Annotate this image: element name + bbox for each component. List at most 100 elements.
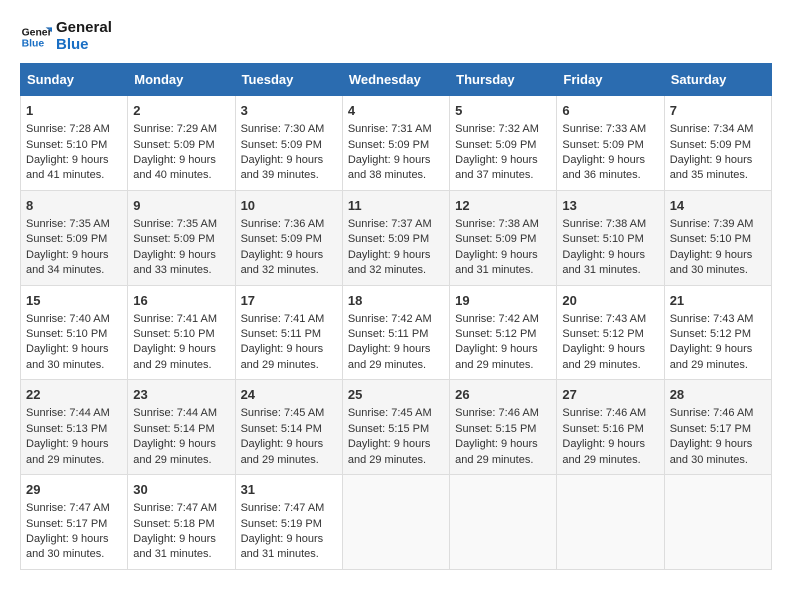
sunrise-time: Sunrise: 7:30 AM (241, 123, 325, 135)
sunrise-time: Sunrise: 7:37 AM (348, 218, 432, 230)
day-cell: 14 Sunrise: 7:39 AM Sunset: 5:10 PM Dayl… (664, 190, 771, 285)
day-number: 16 (133, 292, 229, 310)
daylight-hours: Daylight: 9 hours and 29 minutes. (133, 343, 216, 370)
day-number: 14 (670, 197, 766, 215)
sunset-time: Sunset: 5:09 PM (455, 233, 536, 245)
daylight-hours: Daylight: 9 hours and 30 minutes. (670, 438, 753, 465)
day-number: 6 (562, 102, 658, 120)
day-cell: 7 Sunrise: 7:34 AM Sunset: 5:09 PM Dayli… (664, 96, 771, 191)
day-cell: 13 Sunrise: 7:38 AM Sunset: 5:10 PM Dayl… (557, 190, 664, 285)
sunrise-time: Sunrise: 7:28 AM (26, 123, 110, 135)
day-cell: 30 Sunrise: 7:47 AM Sunset: 5:18 PM Dayl… (128, 475, 235, 570)
sunset-time: Sunset: 5:10 PM (562, 233, 643, 245)
daylight-hours: Daylight: 9 hours and 32 minutes. (348, 249, 431, 276)
day-number: 26 (455, 386, 551, 404)
day-cell: 28 Sunrise: 7:46 AM Sunset: 5:17 PM Dayl… (664, 380, 771, 475)
sunrise-time: Sunrise: 7:47 AM (133, 502, 217, 514)
day-cell: 9 Sunrise: 7:35 AM Sunset: 5:09 PM Dayli… (128, 190, 235, 285)
sunrise-time: Sunrise: 7:45 AM (348, 407, 432, 419)
sunset-time: Sunset: 5:09 PM (26, 233, 107, 245)
day-cell: 1 Sunrise: 7:28 AM Sunset: 5:10 PM Dayli… (21, 96, 128, 191)
day-number: 23 (133, 386, 229, 404)
sunrise-time: Sunrise: 7:44 AM (133, 407, 217, 419)
daylight-hours: Daylight: 9 hours and 33 minutes. (133, 249, 216, 276)
day-cell: 12 Sunrise: 7:38 AM Sunset: 5:09 PM Dayl… (450, 190, 557, 285)
sunset-time: Sunset: 5:09 PM (455, 139, 536, 151)
day-cell: 22 Sunrise: 7:44 AM Sunset: 5:13 PM Dayl… (21, 380, 128, 475)
sunset-time: Sunset: 5:16 PM (562, 423, 643, 435)
daylight-hours: Daylight: 9 hours and 39 minutes. (241, 154, 324, 181)
sunrise-time: Sunrise: 7:41 AM (241, 313, 325, 325)
sunset-time: Sunset: 5:12 PM (670, 328, 751, 340)
day-cell: 29 Sunrise: 7:47 AM Sunset: 5:17 PM Dayl… (21, 475, 128, 570)
sunset-time: Sunset: 5:10 PM (670, 233, 751, 245)
sunset-time: Sunset: 5:09 PM (348, 139, 429, 151)
sunset-time: Sunset: 5:11 PM (241, 328, 322, 340)
day-number: 17 (241, 292, 337, 310)
daylight-hours: Daylight: 9 hours and 34 minutes. (26, 249, 109, 276)
day-header-tuesday: Tuesday (235, 64, 342, 96)
sunset-time: Sunset: 5:10 PM (26, 139, 107, 151)
day-number: 25 (348, 386, 444, 404)
sunset-time: Sunset: 5:10 PM (26, 328, 107, 340)
sunrise-time: Sunrise: 7:46 AM (670, 407, 754, 419)
sunset-time: Sunset: 5:09 PM (133, 139, 214, 151)
daylight-hours: Daylight: 9 hours and 30 minutes. (26, 533, 109, 560)
day-header-thursday: Thursday (450, 64, 557, 96)
week-row-1: 1 Sunrise: 7:28 AM Sunset: 5:10 PM Dayli… (21, 96, 772, 191)
day-cell: 16 Sunrise: 7:41 AM Sunset: 5:10 PM Dayl… (128, 285, 235, 380)
day-cell: 2 Sunrise: 7:29 AM Sunset: 5:09 PM Dayli… (128, 96, 235, 191)
daylight-hours: Daylight: 9 hours and 30 minutes. (670, 249, 753, 276)
daylight-hours: Daylight: 9 hours and 31 minutes. (133, 533, 216, 560)
day-number: 27 (562, 386, 658, 404)
daylight-hours: Daylight: 9 hours and 41 minutes. (26, 154, 109, 181)
day-number: 7 (670, 102, 766, 120)
daylight-hours: Daylight: 9 hours and 29 minutes. (348, 343, 431, 370)
sunset-time: Sunset: 5:09 PM (241, 233, 322, 245)
day-cell (342, 475, 449, 570)
day-cell: 17 Sunrise: 7:41 AM Sunset: 5:11 PM Dayl… (235, 285, 342, 380)
sunset-time: Sunset: 5:13 PM (26, 423, 107, 435)
day-cell: 8 Sunrise: 7:35 AM Sunset: 5:09 PM Dayli… (21, 190, 128, 285)
day-number: 15 (26, 292, 122, 310)
daylight-hours: Daylight: 9 hours and 31 minutes. (562, 249, 645, 276)
day-cell: 21 Sunrise: 7:43 AM Sunset: 5:12 PM Dayl… (664, 285, 771, 380)
day-number: 18 (348, 292, 444, 310)
logo-general: General (56, 20, 112, 37)
day-cell: 19 Sunrise: 7:42 AM Sunset: 5:12 PM Dayl… (450, 285, 557, 380)
day-number: 1 (26, 102, 122, 120)
day-header-saturday: Saturday (664, 64, 771, 96)
daylight-hours: Daylight: 9 hours and 31 minutes. (455, 249, 538, 276)
daylight-hours: Daylight: 9 hours and 37 minutes. (455, 154, 538, 181)
daylight-hours: Daylight: 9 hours and 38 minutes. (348, 154, 431, 181)
day-cell: 27 Sunrise: 7:46 AM Sunset: 5:16 PM Dayl… (557, 380, 664, 475)
logo-icon: General Blue (20, 21, 52, 53)
week-row-5: 29 Sunrise: 7:47 AM Sunset: 5:17 PM Dayl… (21, 475, 772, 570)
calendar-header-row: SundayMondayTuesdayWednesdayThursdayFrid… (21, 64, 772, 96)
day-number: 5 (455, 102, 551, 120)
day-number: 21 (670, 292, 766, 310)
daylight-hours: Daylight: 9 hours and 29 minutes. (241, 343, 324, 370)
sunrise-time: Sunrise: 7:40 AM (26, 313, 110, 325)
sunset-time: Sunset: 5:09 PM (133, 233, 214, 245)
daylight-hours: Daylight: 9 hours and 29 minutes. (670, 343, 753, 370)
sunset-time: Sunset: 5:17 PM (26, 518, 107, 530)
day-cell: 20 Sunrise: 7:43 AM Sunset: 5:12 PM Dayl… (557, 285, 664, 380)
sunset-time: Sunset: 5:17 PM (670, 423, 751, 435)
sunset-time: Sunset: 5:14 PM (133, 423, 214, 435)
sunset-time: Sunset: 5:14 PM (241, 423, 322, 435)
sunrise-time: Sunrise: 7:33 AM (562, 123, 646, 135)
daylight-hours: Daylight: 9 hours and 29 minutes. (562, 343, 645, 370)
day-cell (450, 475, 557, 570)
sunrise-time: Sunrise: 7:34 AM (670, 123, 754, 135)
svg-text:General: General (22, 27, 52, 38)
sunrise-time: Sunrise: 7:38 AM (562, 218, 646, 230)
sunset-time: Sunset: 5:11 PM (348, 328, 429, 340)
day-cell (664, 475, 771, 570)
daylight-hours: Daylight: 9 hours and 40 minutes. (133, 154, 216, 181)
day-number: 22 (26, 386, 122, 404)
day-number: 20 (562, 292, 658, 310)
sunset-time: Sunset: 5:15 PM (455, 423, 536, 435)
day-header-sunday: Sunday (21, 64, 128, 96)
daylight-hours: Daylight: 9 hours and 31 minutes. (241, 533, 324, 560)
